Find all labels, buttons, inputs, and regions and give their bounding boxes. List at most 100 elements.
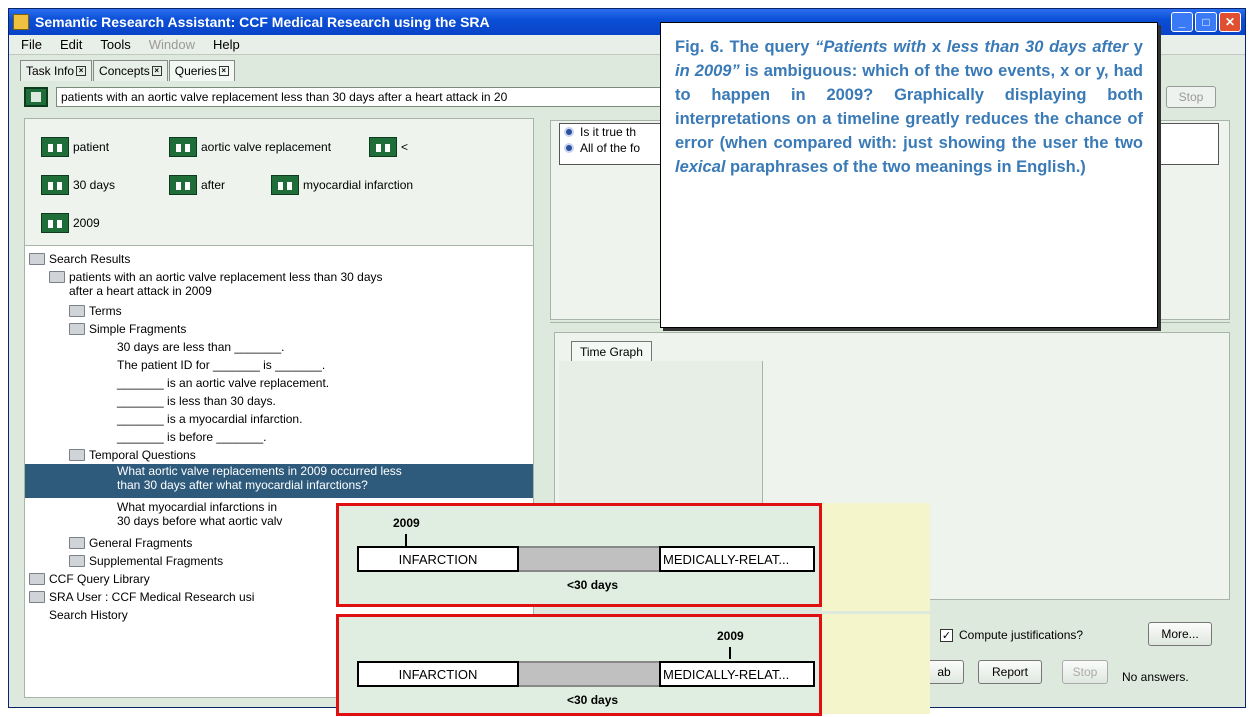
- report-button[interactable]: Report: [978, 660, 1042, 684]
- tree-fragment[interactable]: _______ is before _______.: [117, 430, 266, 444]
- caption-text: y: [1128, 38, 1143, 56]
- tree-label: Temporal Questions: [89, 448, 196, 462]
- concept-label: <: [401, 140, 409, 154]
- check-icon: ✓: [940, 628, 953, 642]
- concept-after[interactable]: after: [169, 175, 225, 195]
- tree-search-results[interactable]: Search Results: [29, 252, 130, 266]
- graph-side-strip: [822, 503, 930, 611]
- tree-terms[interactable]: Terms: [69, 304, 122, 318]
- folder-icon: [29, 253, 45, 265]
- tree-supplemental-fragments[interactable]: Supplemental Fragments: [69, 554, 223, 568]
- tab-time-graph[interactable]: Time Graph: [571, 341, 652, 362]
- caption-italic: lexical: [675, 158, 726, 176]
- figure-caption: Fig. 6. The query “Patients with x less …: [660, 22, 1158, 328]
- tab-task-info[interactable]: Task Info ×: [20, 60, 93, 81]
- tree-fragment[interactable]: _______ is less than 30 days.: [117, 394, 276, 408]
- tree-fragment[interactable]: The patient ID for _______ is _______.: [117, 358, 325, 372]
- concept-less-than[interactable]: <: [369, 137, 408, 157]
- tab-label: Queries: [174, 64, 217, 78]
- tree-label: Supplemental Fragments: [89, 554, 224, 568]
- folder-icon: [29, 573, 45, 585]
- close-tab-icon[interactable]: ×: [218, 66, 229, 76]
- timeline-interpretation-1: 2009 INFARCTION MEDICALLY-RELAT... <30 d…: [336, 503, 822, 607]
- answer-label: All of the fo: [580, 141, 641, 155]
- tree-temporal-question[interactable]: What myocardial infarctions in 30 days be…: [117, 500, 282, 528]
- tree-tq1-line1: What aortic valve replacements in 2009 o…: [117, 464, 402, 478]
- close-tab-icon[interactable]: ×: [76, 66, 87, 76]
- tab-button[interactable]: ab: [924, 660, 964, 684]
- menu-tools[interactable]: Tools: [100, 37, 130, 52]
- stop-button[interactable]: Stop: [1062, 660, 1108, 684]
- main-tabs: Task Info × Concepts × Queries ×: [20, 60, 236, 81]
- radio-icon: [564, 143, 574, 153]
- folder-icon: [49, 271, 65, 283]
- concept-label: 2009: [73, 216, 100, 230]
- caption-italic: less than 30 days after: [946, 38, 1129, 56]
- concept-list: patient aortic valve replacement < 30 da…: [25, 119, 533, 245]
- vertical-splitter[interactable]: [534, 118, 548, 698]
- folder-icon: [69, 323, 85, 335]
- tree-label: Terms: [89, 304, 122, 318]
- tree-ccf-query-library[interactable]: CCF Query Library: [29, 572, 150, 586]
- more-button[interactable]: More...: [1148, 622, 1212, 646]
- menu-file[interactable]: File: [21, 37, 42, 52]
- tree-fragment[interactable]: _______ is a myocardial infarction.: [117, 412, 302, 426]
- maximize-button[interactable]: □: [1195, 12, 1217, 32]
- tree-tq2-line2: 30 days before what aortic valv: [117, 514, 283, 528]
- tree-query-line2: after a heart attack in 2009: [69, 284, 212, 298]
- tree-label: SRA User : CCF Medical Research usi: [49, 590, 255, 604]
- close-button[interactable]: ✕: [1219, 12, 1241, 32]
- graph-side-strip: [822, 614, 930, 714]
- query-stop-button[interactable]: Stop: [1166, 86, 1216, 108]
- menu-edit[interactable]: Edit: [60, 37, 82, 52]
- concept-icon: [41, 175, 69, 195]
- concept-label: patient: [73, 140, 110, 154]
- window-title: Semantic Research Assistant: CCF Medical…: [35, 14, 490, 30]
- concept-icon: [169, 175, 197, 195]
- folder-icon: [69, 305, 85, 317]
- folder-icon: [69, 555, 85, 567]
- menu-window[interactable]: Window: [149, 37, 195, 52]
- menu-help[interactable]: Help: [213, 37, 240, 52]
- tree-temporal-questions[interactable]: Temporal Questions: [69, 448, 196, 462]
- concept-patient[interactable]: patient: [41, 137, 109, 157]
- interval-label: <30 days: [567, 578, 619, 592]
- folder-icon: [29, 591, 45, 603]
- tree-fragment[interactable]: 30 days are less than _______.: [117, 340, 284, 354]
- caption-text: paraphrases of the two meanings in Engli…: [725, 158, 1086, 176]
- tree-query-line1: patients with an aortic valve replacemen…: [69, 270, 383, 284]
- tree-temporal-question-selected[interactable]: What aortic valve replacements in 2009 o…: [25, 464, 533, 498]
- concept-icon: [369, 137, 397, 157]
- concept-label: after: [201, 178, 226, 192]
- app-icon: [13, 14, 29, 30]
- compute-justifications-checkbox[interactable]: ✓ Compute justifications?: [940, 628, 1083, 642]
- tree-query-node[interactable]: patients with an aortic valve replacemen…: [49, 270, 383, 298]
- tree-search-history[interactable]: Search History: [49, 608, 128, 622]
- tree-fragment[interactable]: _______ is an aortic valve replacement.: [117, 376, 329, 390]
- timeline-year-tick: [729, 647, 731, 659]
- tree-sra-user[interactable]: SRA User : CCF Medical Research usi: [29, 590, 254, 604]
- interval-bar: [519, 661, 659, 687]
- tree-simple-fragments[interactable]: Simple Fragments: [69, 322, 186, 336]
- concept-aortic-valve[interactable]: aortic valve replacement: [169, 137, 331, 157]
- tree-tq1-line2: than 30 days after what myocardial infar…: [117, 478, 368, 492]
- window-controls: _ □ ✕: [1171, 12, 1241, 32]
- concept-icon: [41, 213, 69, 233]
- concept-label: 30 days: [73, 178, 116, 192]
- tab-queries[interactable]: Queries ×: [168, 60, 235, 81]
- close-tab-icon[interactable]: ×: [151, 66, 162, 76]
- tab-label: Concepts: [99, 64, 150, 78]
- concept-icon: [41, 137, 69, 157]
- minimize-button[interactable]: _: [1171, 12, 1193, 32]
- interval-label: <30 days: [567, 693, 619, 707]
- tree-general-fragments[interactable]: General Fragments: [69, 536, 192, 550]
- concept-myocardial-infarction[interactable]: myocardial infarction: [271, 175, 413, 195]
- timeline-year-label: 2009: [393, 516, 420, 530]
- timeline-interpretation-2: 2009 INFARCTION MEDICALLY-RELAT... <30 d…: [336, 614, 822, 716]
- caption-italic: “Patients with: [815, 38, 927, 56]
- concept-30-days[interactable]: 30 days: [41, 175, 115, 195]
- tab-concepts[interactable]: Concepts ×: [93, 60, 168, 81]
- caption-text: is ambiguous: which of the two events, x…: [675, 62, 1143, 152]
- concept-2009[interactable]: 2009: [41, 213, 100, 233]
- tab-label: Task Info: [26, 64, 75, 78]
